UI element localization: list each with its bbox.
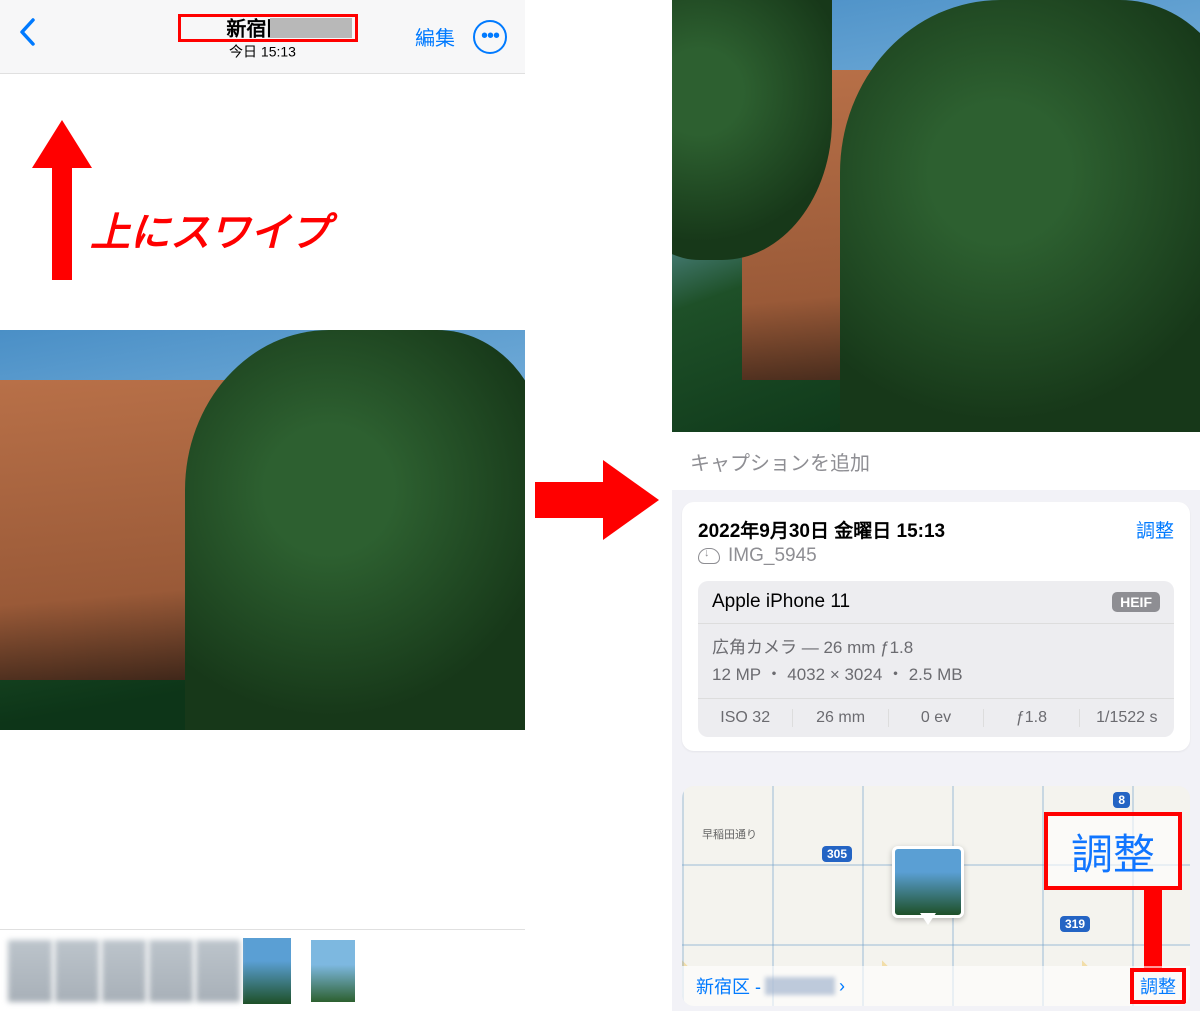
device-card: Apple iPhone 11 HEIF 広角カメラ — 26 mm ƒ1.8 … <box>698 581 1174 737</box>
nav-title-datetime: 今日 15:13 <box>226 41 298 61</box>
thumbnail-item-selected[interactable] <box>243 938 291 1004</box>
device-name: Apple iPhone 11 <box>712 591 850 613</box>
format-badge: HEIF <box>1112 592 1160 612</box>
back-button[interactable] <box>18 17 54 56</box>
thumbnail-item[interactable] <box>149 940 193 1002</box>
adjust-date-button[interactable]: 調整 <box>1136 516 1174 543</box>
thumbnail-item[interactable] <box>8 940 52 1002</box>
map-location-link[interactable]: 新宿区 - › <box>696 973 845 999</box>
exif-ev: 0 ev <box>889 709 984 727</box>
lens-info: 広角カメラ — 26 mm ƒ1.8 <box>712 634 1160 661</box>
route-badge: 319 <box>1060 916 1090 932</box>
arrow-right-icon <box>535 460 665 540</box>
map-footer: 新宿区 - › 調整 <box>682 966 1190 1006</box>
route-badge: 8 <box>1113 792 1130 808</box>
info-card: 2022年9月30日 金曜日 15:13 IMG_5945 調整 Apple i… <box>682 502 1190 751</box>
annotation-highlight <box>1130 968 1186 1004</box>
annotation-highlight <box>1044 812 1182 890</box>
thumbnail-item[interactable] <box>311 940 355 1002</box>
redacted-area <box>765 977 835 995</box>
photo-filename-row: IMG_5945 <box>698 545 945 567</box>
swipe-label: 上にスワイプ <box>90 200 330 258</box>
thumbnail-item[interactable] <box>102 940 146 1002</box>
photo-image <box>672 0 1200 432</box>
photo-filename: IMG_5945 <box>728 545 817 567</box>
photo-datetime: 2022年9月30日 金曜日 15:13 <box>698 516 945 543</box>
swipe-instruction: 上にスワイプ <box>40 120 340 280</box>
route-badge: 305 <box>822 846 852 862</box>
photo-content[interactable] <box>672 0 1200 432</box>
exif-aperture: ƒ1.8 <box>984 709 1079 727</box>
annotation-connector <box>1144 890 1162 970</box>
photo-image <box>0 330 525 730</box>
exif-iso: ISO 32 <box>698 709 793 727</box>
chevron-right-icon: › <box>839 976 845 997</box>
photo-viewer-screen: 新宿区 - 今日 15:13 編集 ••• 上にスワイプ <box>0 0 525 1011</box>
map-pin-thumbnail[interactable] <box>892 846 964 918</box>
caption-placeholder: キャプションを追加 <box>690 447 870 476</box>
road-label: 早稲田通り <box>702 826 757 842</box>
edit-button[interactable]: 編集 <box>415 22 455 51</box>
cloud-icon <box>698 548 720 564</box>
map-card[interactable]: 早稲田通り 305 8 319 調整 新宿区 - › 調整 <box>682 786 1190 1006</box>
caption-input[interactable]: キャプションを追加 <box>672 432 1200 490</box>
more-button[interactable]: ••• <box>473 20 507 54</box>
photo-content[interactable] <box>0 330 525 730</box>
thumbnail-item[interactable] <box>55 940 99 1002</box>
nav-bar: 新宿区 - 今日 15:13 編集 ••• <box>0 0 525 74</box>
nav-actions: 編集 ••• <box>415 20 507 54</box>
thumbnail-strip[interactable] <box>0 929 525 1011</box>
map-location-text: 新宿区 - <box>696 973 761 999</box>
photo-info-screen: キャプションを追加 2022年9月30日 金曜日 15:13 IMG_5945 … <box>672 0 1200 1011</box>
thumbnail-item[interactable] <box>196 940 240 1002</box>
exif-focal: 26 mm <box>793 709 888 727</box>
resolution-info: 12 MP ・ 4032 × 3024 ・ 2.5 MB <box>712 661 1160 688</box>
redacted-area <box>270 18 352 38</box>
arrow-up-icon <box>40 120 84 280</box>
exif-row: ISO 32 26 mm 0 ev ƒ1.8 1/1522 s <box>698 699 1174 737</box>
exif-shutter: 1/1522 s <box>1080 709 1174 727</box>
